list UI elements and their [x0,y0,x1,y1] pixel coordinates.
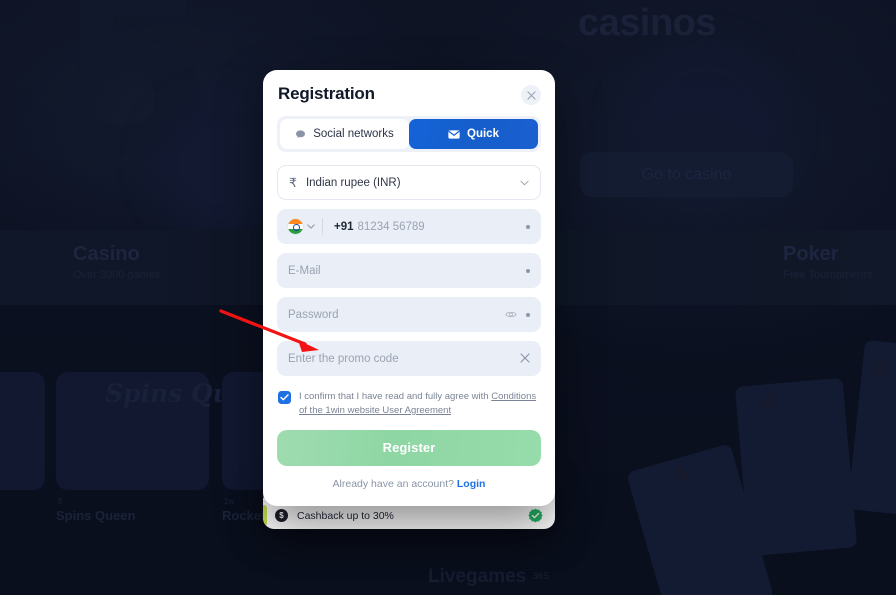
registration-modal: Registration Social networks Quick ₹ Ind… [263,70,555,506]
game-card-label: Rocket [222,508,266,523]
rupee-icon: ₹ [289,175,297,190]
email-field[interactable]: E-Mail [277,253,541,288]
tab-social-networks-label: Social networks [313,128,394,140]
tab-quick[interactable]: Quick [409,119,538,149]
modal-header: Registration [277,84,541,105]
india-flag-icon [288,219,303,234]
phone-field[interactable]: +91 81234 56789 [277,209,541,244]
password-placeholder: Password [288,308,339,321]
verified-check-icon [528,508,543,523]
game-card-badge: 5 [58,497,63,506]
playing-card-glyph: A [762,390,778,415]
game-card[interactable] [0,372,45,490]
category-subtitle-casino: Over 3000 games [73,269,161,281]
login-prompt-row: Already have an account? Login [277,478,541,490]
field-divider [322,218,323,235]
livegames-section-label: Livegames 365 [428,566,549,588]
registration-method-tabs: Social networks Quick [277,116,541,152]
agreement-text-before: I confirm that I have read and fully agr… [299,391,492,402]
envelope-icon [448,129,460,139]
close-icon[interactable] [521,85,541,105]
playing-card-glyph: A [872,355,888,380]
register-button[interactable]: Register [277,429,541,466]
category-title-poker: Poker [783,243,839,265]
country-code: +91 [334,220,354,233]
agreement-row: I confirm that I have read and fully agr… [278,390,541,418]
hero-title: casinos [578,2,717,44]
login-link[interactable]: Login [457,478,486,490]
currency-select[interactable]: ₹ Indian rupee (INR) [277,165,541,200]
currency-value: Indian rupee (INR) [305,176,401,189]
required-dot [526,268,530,273]
close-x-icon[interactable] [520,352,530,366]
playing-card [734,377,858,557]
chat-bubble-icon [295,129,306,140]
livegames-count: 365 [532,571,549,583]
chevron-down-icon[interactable] [307,222,315,231]
coin-icon [274,509,289,522]
list-item[interactable]: Cashback up to 30% [263,502,555,529]
email-placeholder: E-Mail [288,264,321,277]
livegames-text: Livegames [428,566,527,587]
chevron-down-icon [520,178,529,188]
game-card-badge: 1w [224,497,235,506]
go-to-casino-button[interactable]: Go to casino [580,152,793,197]
category-subtitle-poker: Free Tournaments [783,269,873,281]
agreement-text: I confirm that I have read and fully agr… [299,390,541,418]
game-card-label: Spins Queen [56,508,136,523]
promo-code-field[interactable]: Enter the promo code [277,341,541,376]
tab-quick-label: Quick [467,128,499,140]
agreement-checkbox[interactable] [278,391,291,404]
tab-social-networks[interactable]: Social networks [280,119,409,149]
page-title: Registration [278,84,375,103]
promo-code-placeholder: Enter the promo code [288,352,399,365]
eye-icon[interactable] [505,310,517,319]
bonus-label: Cashback up to 30% [297,509,394,522]
required-dot [526,312,530,317]
login-prompt-text: Already have an account? [332,477,454,490]
required-dot [526,224,530,229]
category-title-casino: Casino [73,243,140,265]
phone-placeholder: 81234 56789 [357,220,425,233]
password-field[interactable]: Password [277,297,541,332]
